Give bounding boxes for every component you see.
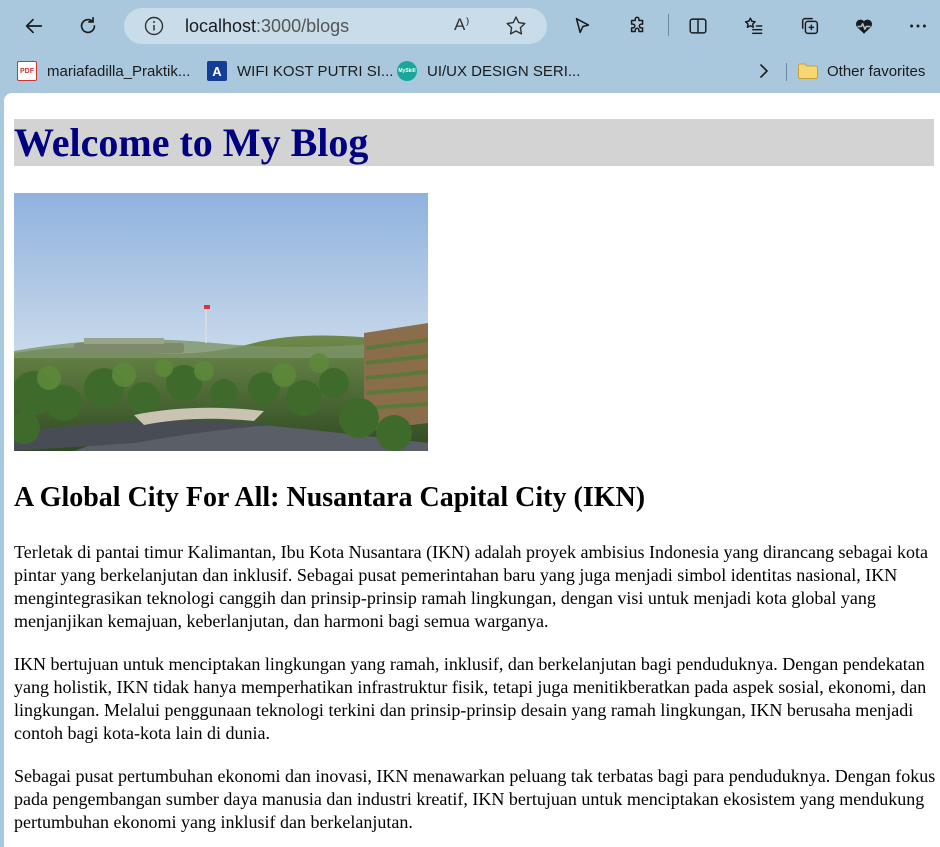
url-path: :3000/blogs (256, 16, 350, 36)
myskill-icon: MySkill (397, 61, 417, 81)
chevron-right-icon[interactable] (754, 61, 774, 81)
puzzle-icon[interactable] (620, 8, 656, 44)
favorites-bar: PDF mariafadilla_Praktik... A WIFI KOST … (0, 52, 940, 90)
a-icon: A (207, 61, 227, 81)
post-paragraph: Sebagai pusat pertumbuhan ekonomi dan in… (14, 766, 936, 832)
favorite-label: UI/UX DESIGN SERI... (427, 62, 581, 80)
collections-icon[interactable] (792, 8, 828, 44)
url-text[interactable]: localhost:3000/blogs (185, 16, 349, 36)
refresh-icon[interactable] (70, 8, 106, 44)
address-bar[interactable]: localhost:3000/blogs A⁾ (124, 8, 547, 44)
info-icon[interactable] (144, 16, 164, 36)
cursor-icon[interactable] (564, 8, 600, 44)
post-title: A Global City For All: Nusantara Capital… (14, 482, 646, 513)
star-icon[interactable] (504, 14, 528, 38)
other-favorites-folder[interactable]: Other favorites (797, 61, 925, 81)
browser-essentials-icon[interactable] (846, 8, 882, 44)
toolbar-divider (668, 14, 669, 36)
pdf-icon: PDF (17, 61, 37, 81)
hero-image (14, 193, 428, 451)
post-paragraph: IKN bertujuan untuk menciptakan lingkung… (14, 654, 927, 743)
folder-icon (798, 63, 818, 79)
back-arrow-icon[interactable] (16, 8, 52, 44)
favorite-label: WIFI KOST PUTRI SI... (237, 62, 394, 80)
favorite-item-uiux[interactable]: MySkill UI/UX DESIGN SERI... (397, 61, 580, 81)
favorite-label: mariafadilla_Praktik... (47, 62, 191, 80)
favorite-item-wifi-kost[interactable]: A WIFI KOST PUTRI SI... (207, 61, 393, 81)
read-aloud-icon[interactable]: A⁾ (454, 15, 478, 37)
page-viewport: Welcome to My Blog A Global City For All… (4, 93, 940, 847)
post-paragraph: Terletak di pantai timur Kalimantan, Ibu… (14, 542, 928, 631)
page-title: Welcome to My Blog (14, 119, 934, 166)
split-screen-icon[interactable] (680, 8, 716, 44)
favorites-divider (786, 63, 787, 81)
more-icon[interactable] (900, 8, 936, 44)
other-favorites-label: Other favorites (827, 62, 926, 80)
browser-toolbar: localhost:3000/blogs A⁾ (0, 0, 940, 52)
favorite-item-praktik[interactable]: PDF mariafadilla_Praktik... (17, 61, 190, 81)
url-host: localhost (185, 16, 257, 36)
favorites-list-icon[interactable] (736, 8, 772, 44)
